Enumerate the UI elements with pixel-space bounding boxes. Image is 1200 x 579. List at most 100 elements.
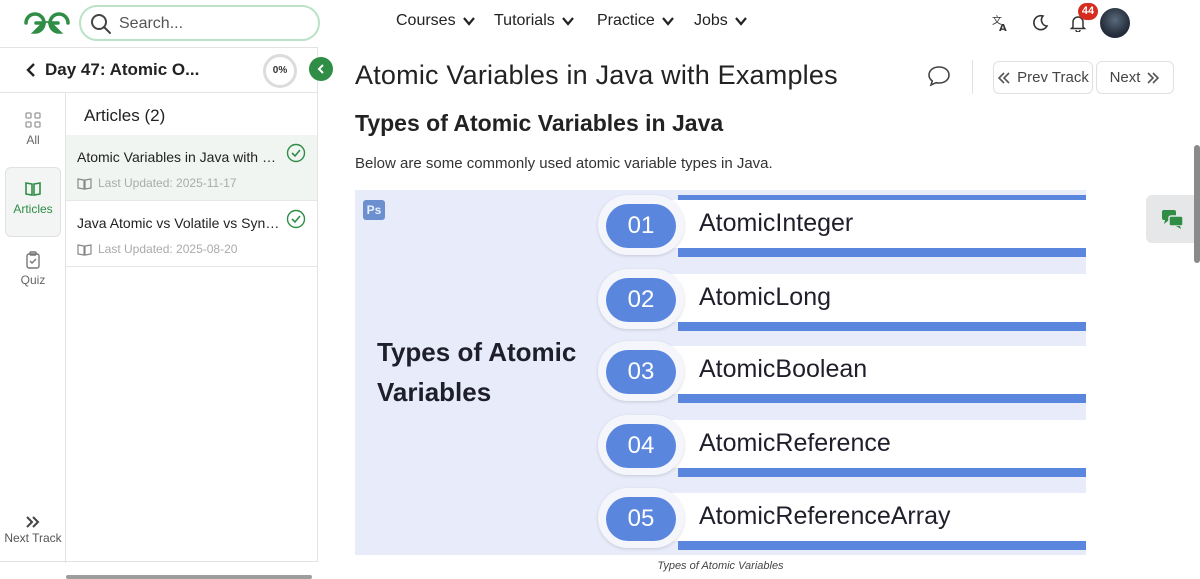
- divider: [972, 60, 973, 94]
- open-book-icon: [77, 243, 92, 256]
- row-label: AtomicLong: [699, 283, 832, 311]
- rail-item-articles[interactable]: Articles: [5, 167, 61, 237]
- check-circle-icon: [286, 143, 306, 163]
- article-figure: Ps Types of Atomic Variables 01 AtomicIn…: [355, 190, 1086, 555]
- sidebar-header: Day 47: Atomic O... 0%: [0, 48, 317, 93]
- row-label: AtomicInteger: [699, 209, 854, 237]
- number-pill-frame: 05: [598, 488, 684, 548]
- notification-badge: 44: [1078, 3, 1098, 20]
- number-pill-frame: 01: [598, 195, 684, 255]
- track-title: Day 47: Atomic O...: [45, 60, 200, 79]
- chevron-left-icon: [317, 64, 324, 74]
- figure-title-line-1: Types of Atomic: [377, 337, 577, 367]
- figure-caption: Types of Atomic Variables: [657, 560, 784, 572]
- chat-icon: [1162, 210, 1184, 229]
- search-box[interactable]: Search...: [79, 5, 320, 41]
- row-label: AtomicReference: [699, 429, 891, 457]
- moon-icon: [1033, 14, 1049, 31]
- row-band: [678, 322, 1086, 331]
- chevron-left-icon[interactable]: [24, 62, 38, 78]
- vertical-scrollbar[interactable]: [1194, 145, 1200, 263]
- gfg-logo[interactable]: [22, 9, 72, 37]
- track-sidebar: Day 47: Atomic O... 0% All Articles Quiz…: [0, 47, 318, 563]
- number-pill: 01: [606, 204, 676, 248]
- double-chevron-right-icon: [1147, 71, 1160, 84]
- check-circle-icon: [286, 209, 306, 229]
- double-chevron-left-icon: [998, 71, 1010, 84]
- prev-track-button[interactable]: Prev Track: [993, 61, 1093, 94]
- rail-item-all-label: All: [26, 133, 40, 147]
- progress-indicator: 0%: [263, 54, 297, 88]
- row-label: AtomicBoolean: [699, 355, 868, 383]
- article-item-2[interactable]: Java Atomic vs Volatile vs Sync... Last …: [66, 201, 317, 267]
- sidebar-rail: All Articles Quiz Next Track: [0, 93, 66, 563]
- number-pill-frame: 03: [598, 341, 684, 401]
- rail-item-all[interactable]: All: [5, 99, 61, 169]
- nav-practice-label: Practice: [597, 12, 655, 29]
- figure-row: 01 AtomicInteger: [598, 195, 1086, 257]
- dark-mode-button[interactable]: [1026, 9, 1054, 37]
- chevron-down-icon: [561, 17, 574, 26]
- next-track-button[interactable]: Next Track: [0, 515, 66, 545]
- nav-practice[interactable]: Practice: [597, 12, 675, 30]
- row-band: [678, 541, 1086, 550]
- article-title: Atomic Variables in Java with E...: [77, 149, 282, 165]
- prev-track-label: Prev Track: [1017, 69, 1089, 86]
- search-placeholder: Search...: [119, 15, 184, 32]
- top-bar: Search... Courses Tutorials Practice Job…: [0, 0, 1200, 46]
- figure-row: 04 AtomicReference: [598, 415, 1086, 477]
- nav-jobs[interactable]: Jobs: [694, 12, 748, 30]
- chevron-down-icon: [734, 17, 747, 26]
- ps-badge: Ps: [363, 200, 385, 220]
- row-band: [678, 248, 1086, 257]
- next-button[interactable]: Next: [1096, 61, 1174, 94]
- avatar[interactable]: [1100, 8, 1130, 38]
- nav-courses-label: Courses: [396, 12, 456, 29]
- figure-title-line-2: Variables: [377, 377, 492, 407]
- double-chevron-right-icon: [26, 516, 40, 528]
- figure-row: 05 AtomicReferenceArray: [598, 488, 1086, 550]
- book-icon: [25, 182, 41, 196]
- collapse-sidebar-button[interactable]: [309, 57, 333, 81]
- figure-row: 03 AtomicBoolean: [598, 341, 1086, 403]
- nav-jobs-label: Jobs: [694, 12, 728, 29]
- figure-row: 02 AtomicLong: [598, 269, 1086, 331]
- chat-button[interactable]: [1146, 195, 1200, 243]
- next-label: Next: [1109, 69, 1141, 86]
- open-book-icon: [77, 177, 92, 190]
- translate-icon: 文 A: [992, 14, 1007, 32]
- article-meta: Last Updated: 2025-08-20: [77, 242, 237, 256]
- article-item-1[interactable]: Atomic Variables in Java with E... Last …: [66, 135, 317, 201]
- rail-item-quiz[interactable]: Quiz: [5, 239, 61, 309]
- grid-icon: [25, 112, 41, 128]
- translate-button[interactable]: 文 A: [986, 9, 1014, 37]
- chevron-down-icon: [661, 17, 674, 26]
- rail-item-articles-label: Articles: [13, 202, 53, 216]
- nav-tutorials-label: Tutorials: [494, 12, 555, 29]
- number-pill: 03: [606, 350, 676, 394]
- article-meta: Last Updated: 2025-11-17: [77, 176, 237, 190]
- row-band: [678, 394, 1086, 403]
- number-pill-frame: 02: [598, 269, 684, 329]
- horizontal-scrollbar[interactable]: [66, 575, 312, 579]
- article-title: Java Atomic vs Volatile vs Sync...: [77, 215, 282, 231]
- row-label: AtomicReferenceArray: [699, 502, 951, 530]
- figure-title: Types of Atomic Variables: [377, 332, 576, 412]
- articles-heading: Articles (2): [84, 106, 166, 125]
- row-band: [678, 468, 1086, 477]
- search-icon: [91, 14, 111, 34]
- nav-tutorials[interactable]: Tutorials: [494, 12, 575, 30]
- page-title: Atomic Variables in Java with Examples: [355, 60, 838, 90]
- nav-courses[interactable]: Courses: [396, 12, 476, 30]
- next-track-label: Next Track: [4, 531, 62, 545]
- svg-text:A: A: [999, 23, 1007, 32]
- number-pill-frame: 04: [598, 415, 684, 475]
- intro-paragraph: Below are some commonly used atomic vari…: [355, 155, 773, 172]
- number-pill: 04: [606, 424, 676, 468]
- comment-icon[interactable]: [926, 64, 952, 88]
- clipboard-icon: [26, 251, 40, 269]
- chevron-down-icon: [462, 17, 475, 26]
- section-heading: Types of Atomic Variables in Java: [355, 110, 724, 136]
- article-updated: Last Updated: 2025-11-17: [98, 176, 237, 190]
- article-updated: Last Updated: 2025-08-20: [98, 242, 238, 256]
